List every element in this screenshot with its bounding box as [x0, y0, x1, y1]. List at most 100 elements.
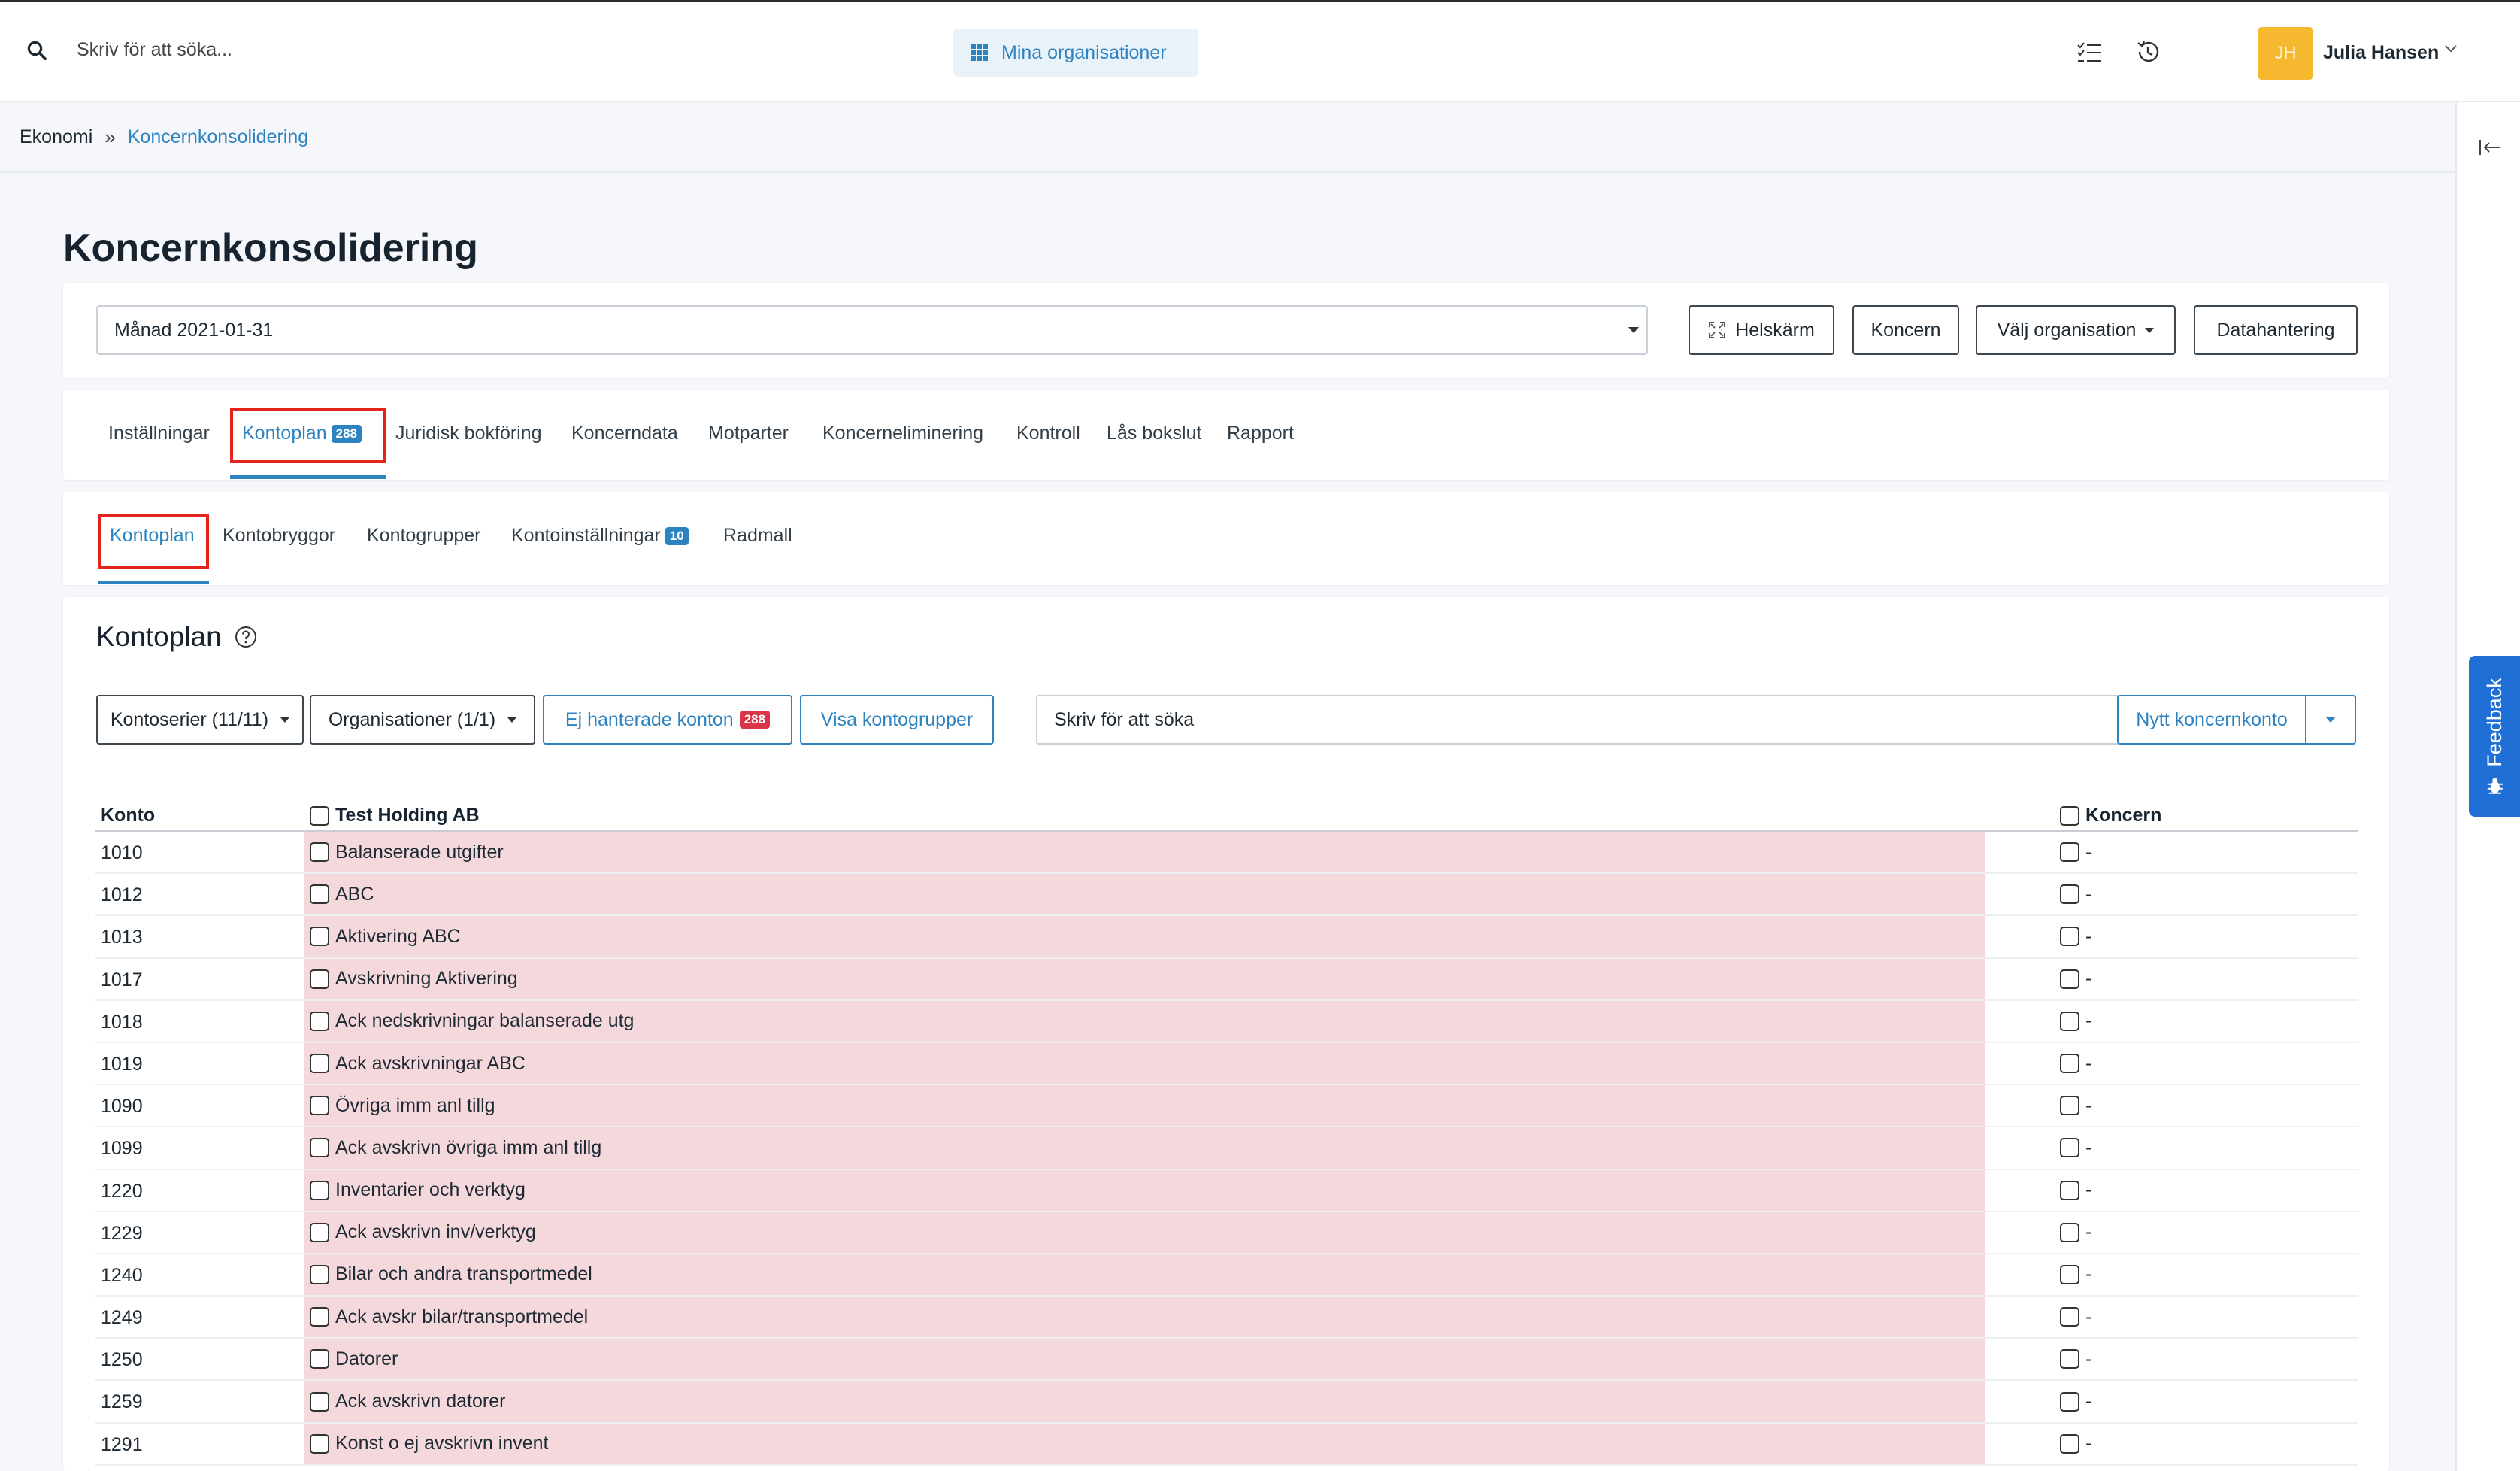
- help-icon[interactable]: [234, 625, 258, 649]
- tab-juridisk-bokforing[interactable]: Juridisk bokföring: [395, 423, 542, 444]
- koncern-account-checkbox[interactable]: [2060, 1096, 2079, 1116]
- new-group-account-button[interactable]: Nytt koncernkonto: [2117, 695, 2306, 745]
- table-row: 1240 Bilar och andra transportmedel -: [95, 1254, 2358, 1297]
- account-number: 1090: [101, 1096, 143, 1118]
- chevron-down-icon[interactable]: [2443, 44, 2458, 54]
- tab-kontroll[interactable]: Kontroll: [1016, 423, 1080, 444]
- new-group-account-label: Nytt koncernkonto: [2136, 708, 2288, 730]
- org-account-checkbox[interactable]: [310, 884, 329, 905]
- account-series-label: Kontoserier (11/11): [110, 708, 269, 730]
- koncern-account-checkbox[interactable]: [2060, 1011, 2079, 1031]
- account-search-input[interactable]: Skriv för att söka: [1036, 695, 2140, 745]
- org-account-checkbox[interactable]: [310, 1222, 329, 1242]
- koncern-account-checkbox[interactable]: [2060, 969, 2079, 989]
- tab-installningar[interactable]: Inställningar: [108, 423, 210, 444]
- org-account-checkbox[interactable]: [310, 1054, 329, 1074]
- koncern-account-value: -: [2085, 1052, 2092, 1074]
- section-title-text: Kontoplan: [96, 621, 222, 652]
- unhandled-accounts-button[interactable]: Ej hanterade konton 288: [543, 695, 792, 745]
- account-name: Ack avskrivn övriga imm anl tillg: [335, 1136, 602, 1158]
- org-account-checkbox[interactable]: [310, 1011, 329, 1031]
- organizations-dropdown[interactable]: Organisationer (1/1): [310, 695, 535, 745]
- table-row: 1259 Ack avskrivn datorer -: [95, 1381, 2358, 1424]
- caret-down-icon: [507, 717, 517, 723]
- history-icon[interactable]: [2134, 38, 2162, 66]
- tab-koncerneliminering[interactable]: Koncerneliminering: [822, 423, 983, 444]
- koncern-account-checkbox[interactable]: [2060, 1180, 2079, 1200]
- search-icon[interactable]: [26, 39, 48, 62]
- koncern-account-checkbox[interactable]: [2060, 1391, 2079, 1412]
- count-badge: 288: [739, 711, 771, 729]
- account-number: 1017: [101, 969, 143, 990]
- breadcrumb-current[interactable]: Koncernkonsolidering: [128, 126, 308, 148]
- highlight-box: [98, 514, 209, 569]
- org-account-checkbox[interactable]: [310, 927, 329, 947]
- tab-motparter[interactable]: Motparter: [708, 423, 789, 444]
- koncern-account-checkbox[interactable]: [2060, 842, 2079, 863]
- org-account-checkbox[interactable]: [310, 1391, 329, 1412]
- global-search-input[interactable]: Skriv för att söka...: [77, 39, 232, 61]
- data-management-button[interactable]: Datahantering: [2194, 305, 2358, 355]
- account-name: Aktivering ABC: [335, 925, 461, 947]
- column-koncern: Koncern: [2060, 805, 2161, 826]
- org-account-checkbox[interactable]: [310, 1307, 329, 1327]
- koncern-button[interactable]: Koncern: [1852, 305, 1959, 355]
- org-account-cell: ABC: [304, 874, 1985, 915]
- avatar[interactable]: JH: [2258, 27, 2313, 80]
- koncern-account-checkbox[interactable]: [2060, 1264, 2079, 1284]
- sub-tabs-card: Kontoplan Kontobryggor Kontogrupper Kont…: [63, 492, 2389, 585]
- tab-las-bokslut[interactable]: Lås bokslut: [1107, 423, 1201, 444]
- my-organizations-button[interactable]: Mina organisationer: [953, 29, 1198, 77]
- checklist-icon[interactable]: [2076, 41, 2102, 65]
- org-account-checkbox[interactable]: [310, 1264, 329, 1284]
- subtab-kontogrupper[interactable]: Kontogrupper: [367, 525, 481, 547]
- table-row: 1220 Inventarier och verktyg -: [95, 1169, 2358, 1212]
- top-bar: Skriv för att söka... Mina organisatione…: [0, 0, 2520, 102]
- koncern-account-cell: -: [2060, 916, 2091, 957]
- expand-icon: [1709, 322, 1726, 338]
- koncern-account-checkbox[interactable]: [2060, 1222, 2079, 1242]
- koncern-account-cell: -: [2060, 832, 2091, 872]
- org-account-checkbox[interactable]: [310, 842, 329, 863]
- org-account-checkbox[interactable]: [310, 1433, 329, 1454]
- choose-organization-button[interactable]: Välj organisation: [1976, 305, 2176, 355]
- period-select[interactable]: Månad 2021-01-31: [96, 305, 1648, 355]
- breadcrumb-economy[interactable]: Ekonomi: [20, 126, 92, 148]
- koncern-account-checkbox[interactable]: [2060, 1349, 2079, 1369]
- org-account-cell: Ack avskrivn inv/verktyg: [304, 1212, 1985, 1253]
- subtab-radmall[interactable]: Radmall: [723, 525, 792, 547]
- org-account-checkbox[interactable]: [310, 1138, 329, 1158]
- koncern-account-checkbox[interactable]: [2060, 884, 2079, 905]
- org-account-checkbox[interactable]: [310, 1180, 329, 1200]
- select-all-org-checkbox[interactable]: [310, 805, 329, 826]
- header-label: Konto: [101, 805, 156, 826]
- org-account-checkbox[interactable]: [310, 969, 329, 989]
- org-account-checkbox[interactable]: [310, 1096, 329, 1116]
- collapse-panel-icon[interactable]: [2478, 138, 2502, 156]
- select-all-koncern-checkbox[interactable]: [2060, 805, 2079, 826]
- koncern-account-cell: -: [2060, 1127, 2091, 1168]
- koncern-account-checkbox[interactable]: [2060, 927, 2079, 947]
- koncern-account-checkbox[interactable]: [2060, 1054, 2079, 1074]
- account-name: Ack avskrivn inv/verktyg: [335, 1221, 536, 1243]
- subtab-kontobryggor[interactable]: Kontobryggor: [223, 525, 335, 547]
- table-row: 1291 Konst o ej avskrivn invent -: [95, 1423, 2358, 1466]
- show-account-groups-button[interactable]: Visa kontogrupper: [800, 695, 994, 745]
- koncern-account-checkbox[interactable]: [2060, 1307, 2079, 1327]
- breadcrumb-separator: »: [104, 125, 116, 148]
- subtab-kontoinstallningar[interactable]: Kontoinställningar 10: [511, 525, 689, 547]
- org-account-cell: Bilar och andra transportmedel: [304, 1254, 1985, 1296]
- tab-koncerndata[interactable]: Koncerndata: [571, 423, 678, 444]
- account-number: 1012: [101, 884, 143, 906]
- feedback-button[interactable]: Feedback: [2469, 656, 2520, 817]
- koncern-account-checkbox[interactable]: [2060, 1138, 2079, 1158]
- account-number: 1249: [101, 1307, 143, 1329]
- new-account-dropdown-toggle[interactable]: [2306, 695, 2356, 745]
- account-series-dropdown[interactable]: Kontoserier (11/11): [96, 695, 304, 745]
- koncern-account-checkbox[interactable]: [2060, 1433, 2079, 1454]
- org-account-checkbox[interactable]: [310, 1349, 329, 1369]
- fullscreen-button[interactable]: Helskärm: [1689, 305, 1834, 355]
- tab-rapport[interactable]: Rapport: [1227, 423, 1294, 444]
- account-number: 1013: [101, 927, 143, 948]
- user-name[interactable]: Julia Hansen: [2323, 42, 2439, 64]
